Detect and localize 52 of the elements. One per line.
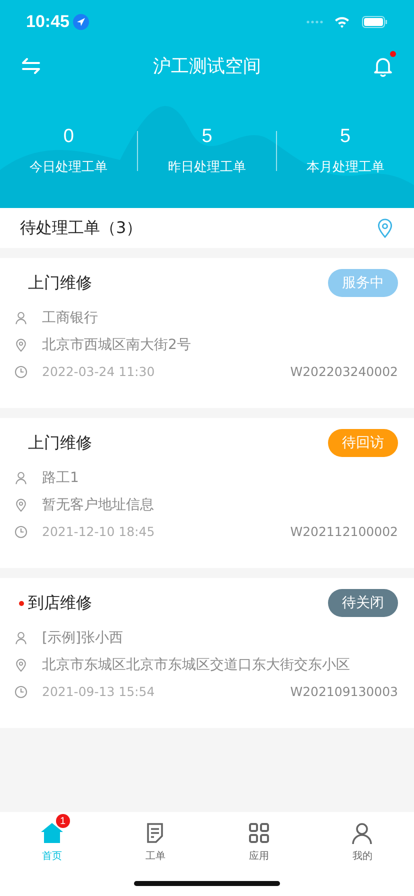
- person-icon: [14, 310, 28, 324]
- address-text: 北京市东城区北京市东城区交道口东大街交东小区: [42, 656, 350, 674]
- person-icon: [350, 821, 374, 845]
- wifi-icon: [334, 16, 350, 28]
- customer-name: 工商银行: [42, 308, 98, 326]
- clock-icon: [14, 364, 28, 378]
- count-badge: 1: [56, 814, 70, 828]
- address-text: 暂无客户地址信息: [42, 496, 154, 514]
- grid-icon: [246, 821, 271, 845]
- location-pin-icon: [14, 338, 28, 352]
- status-tag: 待回访: [328, 429, 398, 457]
- order-number: W202109130003: [290, 684, 398, 699]
- order-type: 到店维修: [28, 592, 92, 614]
- page-title: 沪工测试空间: [152, 55, 262, 78]
- status-tag: 待关闭: [328, 589, 398, 617]
- stat-value: 5: [340, 126, 351, 148]
- stat-label: 昨日处理工单: [168, 159, 246, 176]
- order-number: W202203240002: [290, 364, 398, 379]
- customer-name: [示例]张小西: [42, 628, 123, 646]
- switch-icon[interactable]: [20, 55, 42, 77]
- tab-item[interactable]: 1 首页: [0, 812, 104, 870]
- stat-value: 5: [202, 126, 212, 148]
- stat-label: 今日处理工单: [30, 159, 108, 176]
- status-tag: 服务中: [328, 269, 398, 297]
- status-time: 10:45: [26, 12, 70, 32]
- person-icon: [14, 630, 28, 644]
- bell-icon[interactable]: [372, 55, 394, 77]
- location-pin-icon: [14, 498, 28, 512]
- tab-item[interactable]: 工单: [104, 812, 207, 870]
- tab-item[interactable]: 应用: [207, 812, 310, 870]
- order-type: 上门维修: [28, 272, 92, 294]
- customer-name: 路工1: [42, 468, 79, 486]
- battery-icon: [362, 16, 388, 28]
- order-card[interactable]: 到店维修 待关闭 [示例]张小西 北京市东城区北京市东城区交道口东大街交东小区 2021-09-13 15:54 W202109130003: [0, 578, 414, 728]
- stat-value: 0: [63, 126, 74, 148]
- order-type: 上门维修: [28, 432, 92, 454]
- person-icon: [14, 470, 28, 484]
- location-pin-icon[interactable]: [376, 218, 394, 238]
- clock-icon: [14, 684, 28, 698]
- signal-icon: [306, 20, 324, 24]
- order-card[interactable]: 上门维修 服务中 工商银行 北京市西城区南大街2号 2022-03-24 11:30 W202203240002: [0, 258, 414, 408]
- order-card[interactable]: 上门维修 待回访 路工1 暂无客户地址信息 2021-12-10 18:45 W202112100002: [0, 418, 414, 568]
- order-time: 2021-09-13 15:54: [42, 684, 155, 699]
- section-title: 待处理工单（3）: [20, 218, 144, 238]
- order-time: 2021-12-10 18:45: [42, 524, 155, 539]
- order-time: 2022-03-24 11:30: [42, 364, 155, 379]
- tab-item[interactable]: 我的: [310, 812, 414, 870]
- stat-label: 本月处理工单: [306, 159, 384, 176]
- location-pin-icon: [14, 658, 28, 672]
- address-text: 北京市西城区南大街2号: [42, 336, 191, 354]
- order-number: W202112100002: [290, 524, 398, 539]
- clock-icon: [14, 524, 28, 538]
